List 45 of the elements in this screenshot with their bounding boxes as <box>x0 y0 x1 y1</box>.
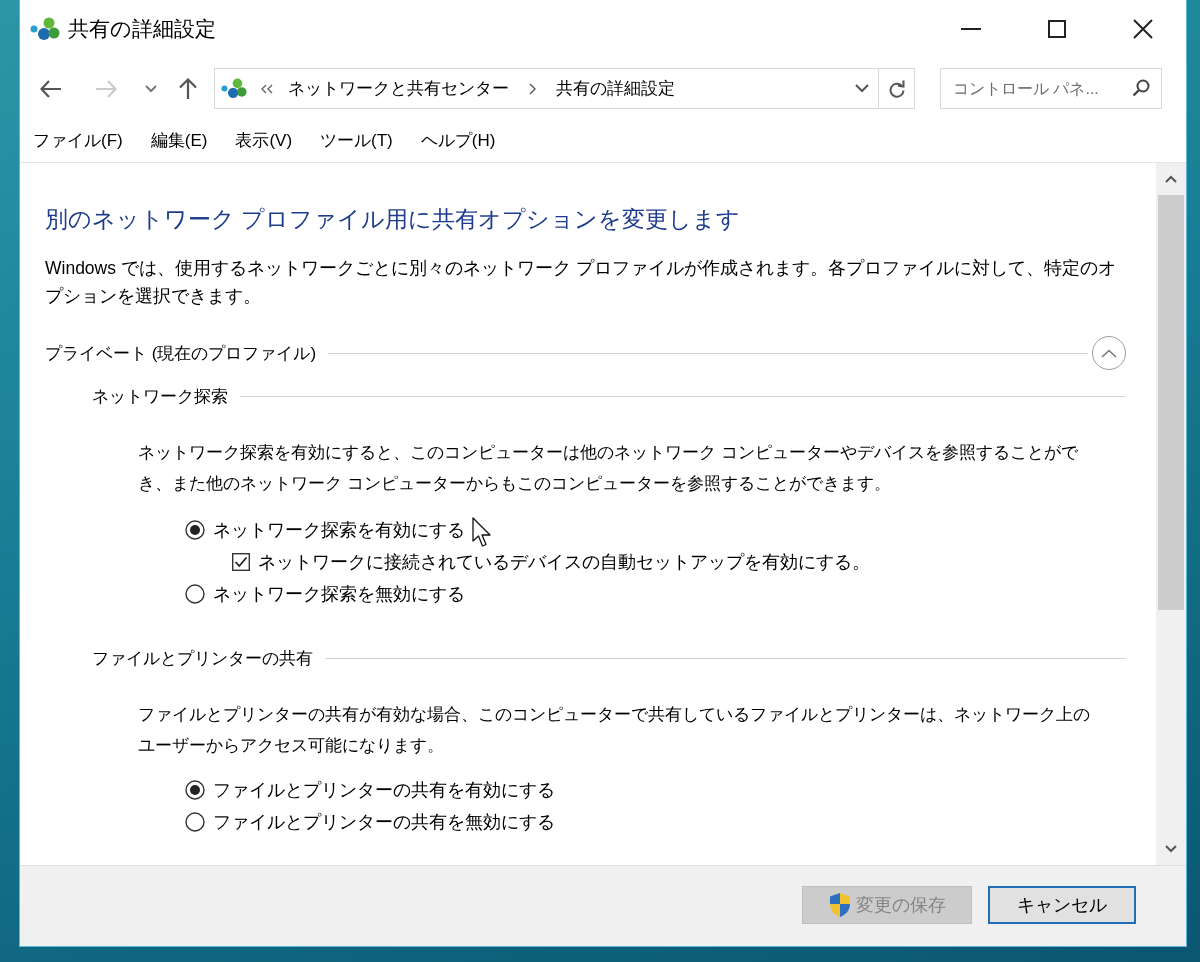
mouse-pointer-icon <box>472 517 492 548</box>
radio-option[interactable]: ネットワーク探索を有効にする <box>185 514 465 546</box>
chevron-down-icon <box>145 84 157 93</box>
section-description: ファイルとプリンターの共有が有効な場合、このコンピューターで共有しているファイルとプリンターは、ネットワーク上のユーザーからアクセス可能になります。 <box>137 704 1091 757</box>
right-arrow-icon <box>95 79 117 98</box>
page-heading: 別のネットワーク プロファイル用に共有オプションを変更します <box>45 205 742 234</box>
cancel-button[interactable]: キャンセル <box>988 886 1136 924</box>
section-description: ネットワーク探索を有効にすると、このコンピューターは他のネットワーク コンピューターやデバイスを参照することができ、また他のネットワーク コンピューターからもこのコンピューターを参照することができます。 <box>137 442 1079 495</box>
close-icon <box>1133 19 1153 39</box>
chevron-right-icon[interactable] <box>529 82 536 95</box>
section-title: ファイルとプリンターの共有 <box>92 647 313 670</box>
network-icon <box>30 17 60 41</box>
double-chevron-icon[interactable] <box>261 83 274 94</box>
menu-item[interactable]: 編集(E) <box>149 126 209 154</box>
menu-item[interactable]: ツール(T) <box>319 126 394 154</box>
search-field[interactable]: コントロール パネ... <box>940 68 1162 109</box>
chevron-down-icon[interactable] <box>855 84 869 93</box>
breadcrumb[interactable]: ネットワークと共有センター <box>288 77 509 100</box>
chevron-up-icon <box>1165 175 1177 183</box>
address-bar[interactable]: ネットワークと共有センター 共有の詳細設定 <box>214 68 879 109</box>
refresh-icon <box>887 78 906 99</box>
maximize-icon <box>1048 20 1066 38</box>
shield-icon <box>828 892 852 918</box>
menu-item[interactable]: ファイル(F) <box>32 126 124 154</box>
breadcrumb[interactable]: 共有の詳細設定 <box>556 77 675 100</box>
radio-option[interactable]: ファイルとプリンターの共有を無効にする <box>185 806 555 838</box>
radio-option[interactable]: ネットワーク探索を無効にする <box>185 578 465 610</box>
minimize-icon <box>961 28 981 30</box>
menu-item[interactable]: 表示(V) <box>234 126 294 154</box>
scroll-thumb[interactable] <box>1158 195 1184 610</box>
left-arrow-icon <box>40 79 62 98</box>
chevron-down-icon <box>1165 845 1177 853</box>
refresh-button[interactable] <box>879 68 915 109</box>
checkbox-option[interactable]: ネットワークに接続されているデバイスの自動セットアップを有効にする。 <box>232 546 870 578</box>
radio-option[interactable]: ファイルとプリンターの共有を有効にする <box>185 774 555 806</box>
menu-item[interactable]: ヘルプ(H) <box>419 126 497 154</box>
section-title: ネットワーク探索 <box>92 385 228 408</box>
network-icon <box>221 78 247 99</box>
collapse-button[interactable] <box>1092 336 1126 370</box>
chevron-up-icon <box>1101 348 1117 358</box>
intro-text: Windows では、使用するネットワークごとに別々のネットワーク プロファイルが作成されます。各プロファイルに対して、特定のオプションを選択できます。 <box>45 257 1117 308</box>
window-title: 共有の詳細設定 <box>68 16 216 42</box>
profile-title: プライベート (現在のプロファイル) <box>45 342 317 365</box>
search-icon[interactable] <box>1132 79 1150 97</box>
up-arrow-icon <box>179 77 197 100</box>
